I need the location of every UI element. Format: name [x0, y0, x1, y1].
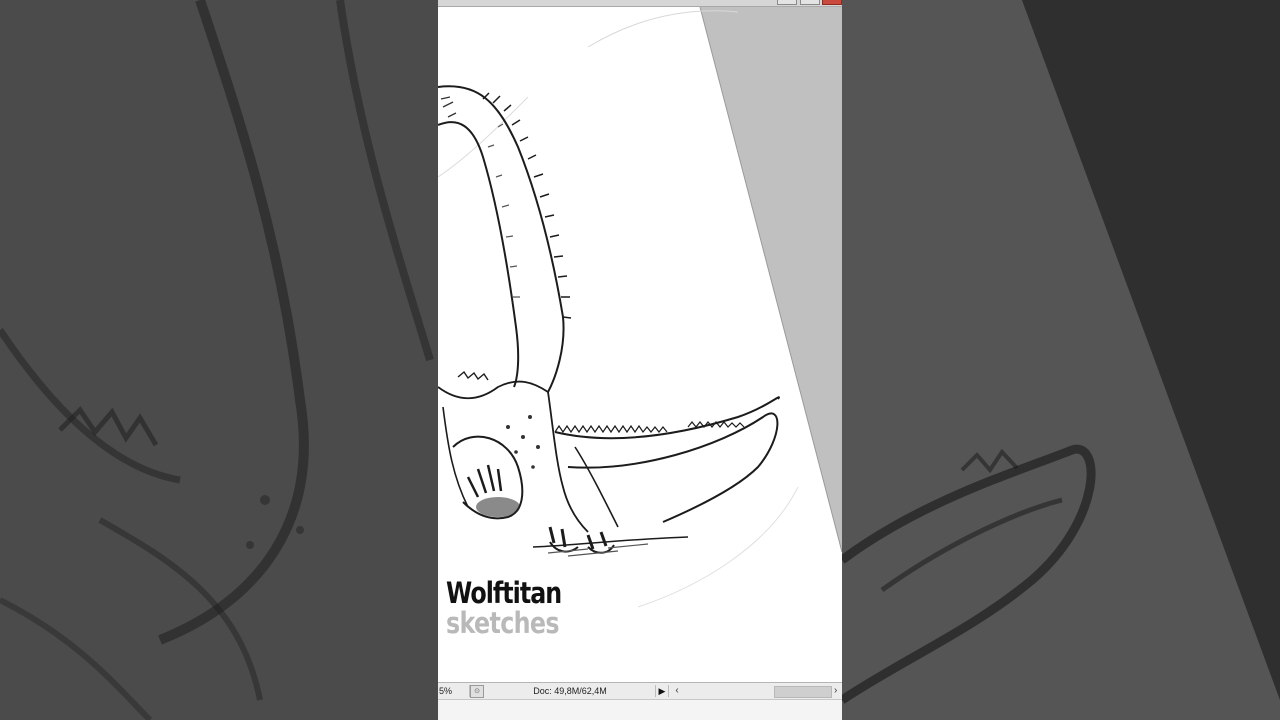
channel-watermark: Wolftitan sketches: [446, 579, 587, 638]
minimize-button[interactable]: [777, 0, 797, 5]
document-info-icon[interactable]: ⊙: [470, 685, 484, 698]
watermark-subtitle: sketches: [446, 606, 560, 640]
chevron-left-icon[interactable]: ‹: [672, 685, 682, 697]
maximize-button[interactable]: [800, 0, 820, 5]
status-bar: 5% ⊙ Doc: 49,8M/62,4M ▶ ‹ ›: [438, 682, 842, 699]
window-title-bar: [438, 0, 842, 7]
document-canvas[interactable]: Wolftitan sketches: [438, 7, 842, 684]
app-window: Wolftitan sketches 5% ⊙ Doc: 49,8M/62,4M…: [438, 0, 842, 720]
zoom-level-field[interactable]: 5%: [438, 685, 470, 697]
taskbar-strip: [438, 699, 842, 720]
close-button[interactable]: [822, 0, 842, 5]
document-size-info: Doc: 49,8M/62,4M: [533, 686, 607, 696]
background-sketch-right: [842, 0, 1280, 720]
watermark-title: Wolftitan: [446, 576, 562, 610]
background-sketch-left: [0, 0, 438, 720]
background-blur-right: [842, 0, 1280, 720]
play-arrow-icon[interactable]: ▶: [655, 685, 669, 697]
background-blur-left: [0, 0, 438, 720]
chevron-right-icon[interactable]: ›: [834, 685, 842, 697]
horizontal-scrollbar-thumb[interactable]: [774, 686, 832, 698]
